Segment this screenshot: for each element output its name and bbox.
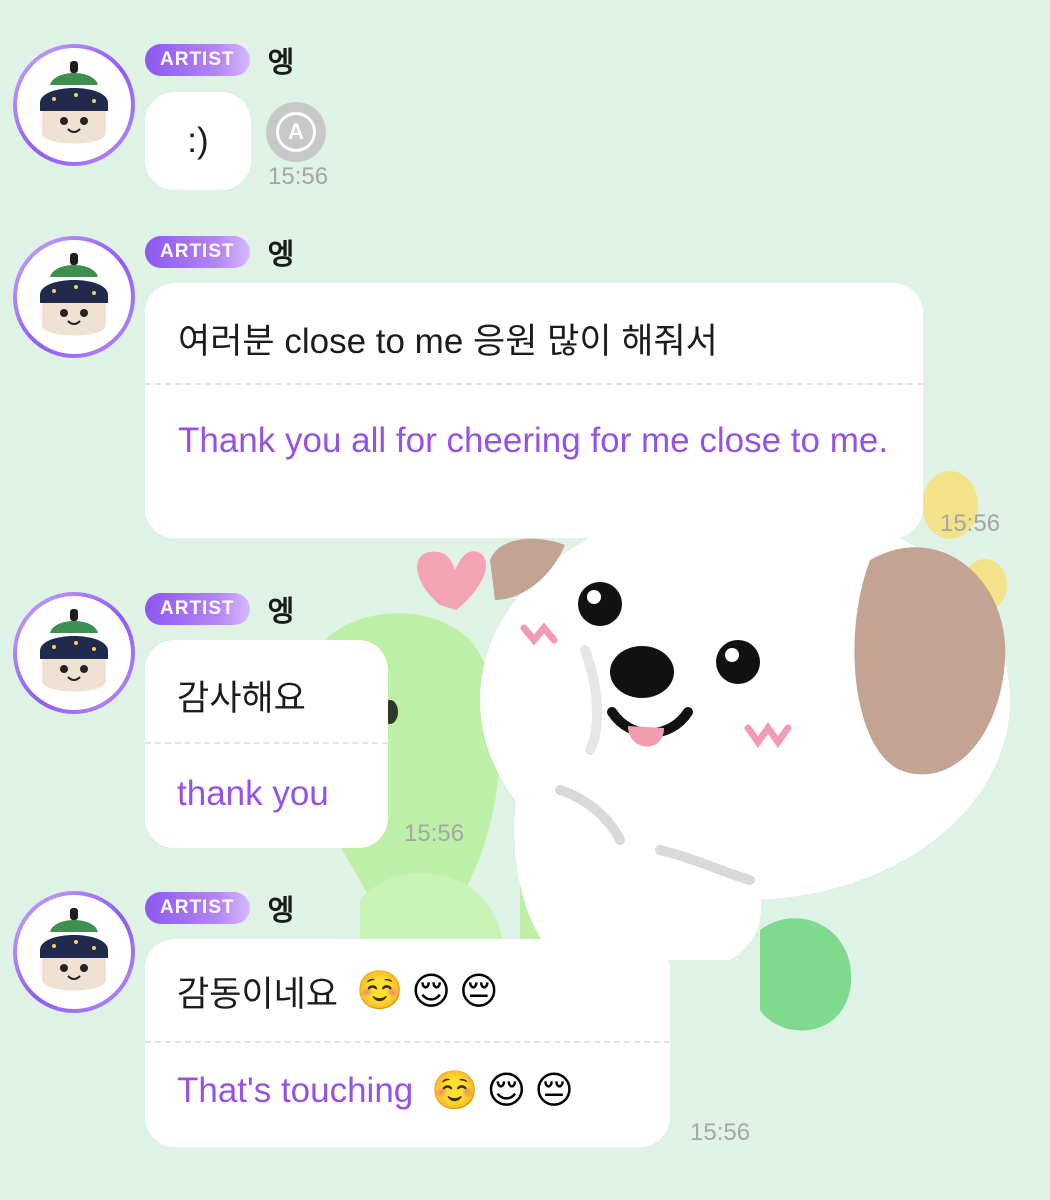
artist-avatar[interactable] <box>13 592 135 714</box>
artist-badge: ARTIST <box>145 892 250 924</box>
message-timestamp: 15:56 <box>404 820 465 847</box>
message-bubble[interactable]: 감동이네요 ☺️ 😌 😔 That's touching ☺️ 😌 😔 <box>145 939 670 1147</box>
sender-name[interactable]: 엥 <box>268 588 295 630</box>
relieved-face-emoji: 😌 <box>411 970 451 1013</box>
sender-name[interactable]: 엥 <box>268 231 295 273</box>
message-text: 감사해요 <box>177 679 306 718</box>
message-text: :) <box>187 121 209 160</box>
translated-text: Thank you all for cheering for me close … <box>178 421 889 460</box>
artist-badge: ARTIST <box>145 593 250 625</box>
message-bubble[interactable]: 여러분 close to me 응원 많이 해줘서 Thank you all … <box>145 283 923 538</box>
translated-text: thank you <box>177 774 329 813</box>
sender-name[interactable]: 엥 <box>268 39 295 81</box>
translate-icon: A <box>276 112 316 152</box>
avatar-mascot-image <box>17 240 131 354</box>
message-timestamp: 15:56 <box>940 510 1001 537</box>
message-text: 감동이네요 <box>177 974 339 1014</box>
message-bubble[interactable]: 감사해요 thank you <box>145 640 388 848</box>
message-timestamp: 15:56 <box>268 163 329 190</box>
artist-avatar[interactable] <box>13 891 135 1013</box>
relieved-face-emoji: 😌 <box>486 1070 527 1112</box>
artist-badge: ARTIST <box>145 44 250 76</box>
message-text: 여러분 close to me 응원 많이 해줘서 <box>178 322 718 361</box>
smiling-face-emoji: ☺️ <box>431 1069 479 1112</box>
translate-button[interactable]: A <box>266 102 326 162</box>
translated-text: That's touching <box>177 1071 414 1110</box>
artist-badge: ARTIST <box>145 236 250 268</box>
sender-name[interactable]: 엥 <box>268 887 295 929</box>
artist-avatar[interactable] <box>13 236 135 358</box>
avatar-mascot-image <box>17 596 131 710</box>
pensive-face-emoji: 😔 <box>534 1070 574 1112</box>
smiling-face-emoji: ☺️ <box>356 970 404 1012</box>
pensive-face-emoji: 😔 <box>458 970 499 1013</box>
artist-avatar[interactable] <box>13 44 135 166</box>
message-bubble[interactable]: :) <box>145 92 251 190</box>
avatar-mascot-image <box>17 895 131 1009</box>
message-timestamp: 15:56 <box>690 1119 751 1146</box>
avatar-mascot-image <box>17 48 131 162</box>
